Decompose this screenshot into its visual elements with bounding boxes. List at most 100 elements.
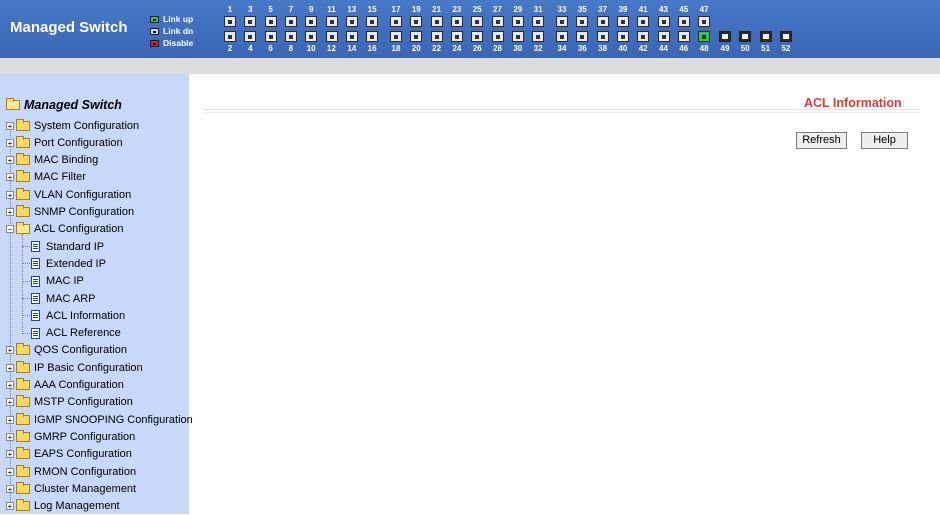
port-8-icon[interactable] [284, 31, 297, 42]
expand-icon[interactable]: + [6, 381, 14, 390]
port-5-icon[interactable] [264, 16, 277, 27]
tree-guide-line [22, 234, 23, 334]
port-9-icon[interactable] [305, 16, 318, 27]
tree-item-snmp-configuration[interactable]: + SNMP Configuration [6, 204, 134, 221]
port-number-label: 38 [598, 44, 608, 53]
tree-item-aaa-configuration[interactable]: + AAA Configuration [6, 377, 124, 394]
port-45-icon[interactable] [677, 16, 690, 27]
tree-item-cluster-management[interactable]: + Cluster Management [6, 480, 136, 497]
expand-icon[interactable]: + [6, 467, 14, 476]
tree-item-qos-configuration[interactable]: + QOS Configuration [6, 342, 127, 359]
expand-icon[interactable]: + [6, 173, 14, 182]
port-29-icon[interactable] [511, 16, 524, 27]
port-4-icon[interactable] [244, 31, 257, 42]
port-13-icon[interactable] [345, 16, 358, 27]
tree-item-system-configuration[interactable]: + System Configuration [6, 117, 139, 134]
port-6-icon[interactable] [264, 31, 277, 42]
port-19-icon[interactable] [410, 16, 423, 27]
tree-item-mac-ip[interactable]: MAC IP [31, 273, 84, 290]
port-36-icon[interactable] [576, 31, 589, 42]
tree-item-eaps-configuration[interactable]: + EAPS Configuration [6, 446, 132, 463]
expand-icon[interactable]: + [6, 138, 14, 147]
port-10-icon[interactable] [305, 31, 318, 42]
port-23-icon[interactable] [450, 16, 463, 27]
port-11-icon[interactable] [325, 16, 338, 27]
port-21-icon[interactable] [430, 16, 443, 27]
expand-icon[interactable]: + [6, 502, 14, 511]
port-41-icon[interactable] [637, 16, 650, 27]
expand-icon[interactable]: + [6, 450, 14, 459]
port-18-icon[interactable] [390, 31, 402, 42]
tree-item-mstp-configuration[interactable]: + MSTP Configuration [6, 394, 133, 411]
help-button[interactable]: Help [861, 132, 908, 149]
port-42-icon[interactable] [637, 31, 650, 42]
port-46-icon[interactable] [677, 31, 690, 42]
port-24-icon[interactable] [450, 31, 463, 42]
tree-item-ip-basic-configuration[interactable]: + IP Basic Configuration [6, 359, 143, 376]
port-28-icon[interactable] [491, 31, 504, 42]
expand-icon[interactable]: + [6, 398, 14, 407]
port-37-icon[interactable] [596, 16, 609, 27]
port-7-icon[interactable] [284, 16, 297, 27]
folder-open-icon [6, 98, 20, 110]
port-50-icon[interactable] [739, 31, 752, 42]
port-15-icon[interactable] [366, 16, 379, 27]
port-16-icon[interactable] [366, 31, 379, 42]
port-39-icon[interactable] [616, 16, 629, 27]
expand-icon[interactable]: + [6, 432, 14, 441]
port-48-icon[interactable] [698, 31, 711, 42]
port-27-icon[interactable] [491, 16, 504, 27]
tree-item-gmrp-configuration[interactable]: + GMRP Configuration [6, 428, 135, 445]
tree-item-label: GMRP Configuration [34, 430, 136, 443]
port-33-icon[interactable] [556, 16, 568, 27]
port-32-icon[interactable] [532, 31, 545, 42]
port-44-icon[interactable] [657, 31, 670, 42]
port-31-icon[interactable] [532, 16, 545, 27]
tree-item-standard-ip[interactable]: Standard IP [31, 238, 104, 255]
expand-icon[interactable]: + [6, 190, 14, 199]
tree-item-acl-information[interactable]: ACL Information [31, 307, 125, 324]
port-52-icon[interactable] [779, 31, 792, 42]
tree-item-mac-filter[interactable]: + MAC Filter [6, 169, 86, 186]
port-49-icon[interactable] [719, 31, 731, 42]
port-38-icon[interactable] [596, 31, 609, 42]
port-number-label: 30 [513, 44, 523, 53]
expand-icon[interactable]: + [6, 484, 14, 493]
port-43-icon[interactable] [657, 16, 670, 27]
port-22-icon[interactable] [430, 31, 443, 42]
port-1-icon[interactable] [224, 16, 236, 27]
port-40-icon[interactable] [616, 31, 629, 42]
port-3-icon[interactable] [244, 16, 257, 27]
expand-icon[interactable]: + [6, 346, 14, 355]
tree-item-log-management[interactable]: + Log Management [6, 498, 120, 515]
expand-icon[interactable]: + [6, 156, 14, 165]
tree-item-rmon-configuration[interactable]: + RMON Configuration [6, 463, 136, 480]
collapse-icon[interactable]: − [6, 225, 14, 234]
expand-icon[interactable]: + [6, 363, 14, 372]
port-34-icon[interactable] [556, 31, 568, 42]
expand-icon[interactable]: + [6, 415, 14, 424]
port-17-icon[interactable] [390, 16, 402, 27]
tree-item-vlan-configuration[interactable]: + VLAN Configuration [6, 186, 131, 203]
port-12-icon[interactable] [325, 31, 338, 42]
tree-item-extended-ip[interactable]: Extended IP [31, 255, 106, 272]
refresh-button[interactable]: Refresh [796, 132, 847, 149]
tree-item-acl-reference[interactable]: ACL Reference [31, 325, 121, 342]
port-51-icon[interactable] [759, 31, 772, 42]
tree-item-mac-binding[interactable]: + MAC Binding [6, 152, 98, 169]
port-2-icon[interactable] [224, 31, 236, 42]
port-26-icon[interactable] [471, 31, 484, 42]
tree-item-igmp-snooping-configuration[interactable]: + IGMP SNOOPING Configuration [6, 411, 193, 428]
tree-item-acl-configuration[interactable]: − ACL Configuration [6, 221, 123, 238]
expand-icon[interactable]: + [6, 121, 14, 130]
port-25-icon[interactable] [471, 16, 484, 27]
port-20-icon[interactable] [410, 31, 423, 42]
tree-root[interactable]: Managed Switch [6, 98, 122, 112]
port-14-icon[interactable] [345, 31, 358, 42]
tree-item-mac-arp[interactable]: MAC ARP [31, 290, 96, 307]
port-30-icon[interactable] [511, 31, 524, 42]
tree-item-port-configuration[interactable]: + Port Configuration [6, 134, 123, 151]
expand-icon[interactable]: + [6, 208, 14, 217]
port-35-icon[interactable] [576, 16, 589, 27]
port-47-icon[interactable] [698, 16, 711, 27]
